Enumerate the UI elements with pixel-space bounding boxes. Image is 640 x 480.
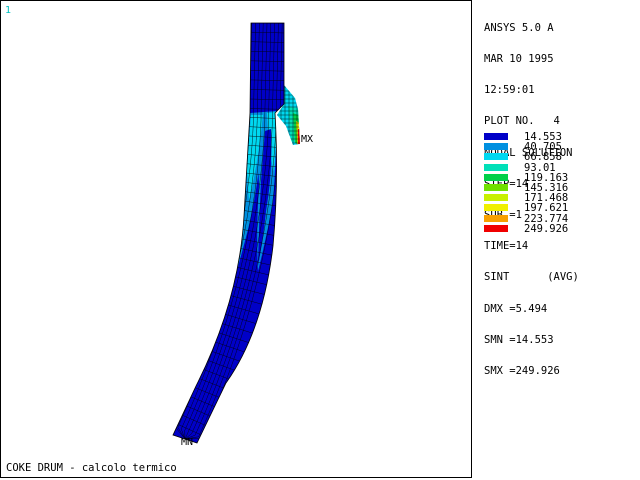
plot-number: PLOT NO. 4 xyxy=(484,115,560,128)
mesh-line xyxy=(228,262,231,270)
mesh-line xyxy=(237,221,239,229)
mesh-line xyxy=(214,324,218,332)
legend-swatch xyxy=(484,183,508,191)
mesh-line xyxy=(185,391,190,399)
mesh-line xyxy=(236,242,239,250)
mesh-line xyxy=(188,384,192,392)
mesh-line xyxy=(234,235,237,243)
plot-time: 12:59:01 xyxy=(484,84,535,97)
mesh-line xyxy=(201,350,205,358)
result-item: SINT (AVG) xyxy=(484,271,579,284)
mesh-line xyxy=(243,180,246,188)
mesh-line xyxy=(194,371,198,379)
fea-contour-plot: MX MN xyxy=(172,22,313,448)
legend-swatch xyxy=(484,133,508,140)
max-marker: MX xyxy=(301,134,313,145)
mesh-line xyxy=(219,296,222,304)
mesh-line xyxy=(183,398,187,406)
legend-swatch xyxy=(484,194,508,202)
mesh-line xyxy=(244,174,246,182)
mesh-line xyxy=(196,364,200,372)
time-value: TIME=14 xyxy=(484,240,529,253)
mesh-line xyxy=(242,187,245,195)
plot-title: COKE DRUM - calcolo termico xyxy=(6,462,177,474)
mesh-line xyxy=(177,412,181,420)
legend-swatch xyxy=(484,214,508,222)
mesh-line xyxy=(276,156,279,164)
mesh-line xyxy=(215,309,219,317)
mesh-line xyxy=(216,317,220,325)
legend-swatch xyxy=(484,173,508,181)
mesh-line xyxy=(208,330,212,338)
mesh-line xyxy=(225,290,228,298)
mesh-line xyxy=(225,275,228,283)
legend-swatch xyxy=(484,224,508,232)
mesh-line xyxy=(207,345,211,353)
mesh-line xyxy=(191,377,195,385)
element-mesh xyxy=(173,23,284,443)
mesh-line xyxy=(211,323,214,331)
mesh-line xyxy=(226,283,230,291)
mesh-line xyxy=(219,311,222,319)
legend-swatch xyxy=(484,153,508,161)
legend-swatch xyxy=(484,143,508,151)
mesh-line xyxy=(235,228,238,236)
min-marker: MN xyxy=(181,437,193,448)
ansys-graphics-screen: MX MN 1 COKE DRUM - calcolo termico ANSY… xyxy=(0,0,640,480)
mesh-line xyxy=(232,263,235,271)
plot-date: MAR 10 1995 xyxy=(484,53,554,66)
mesh-line xyxy=(240,201,243,209)
mesh-line xyxy=(213,316,216,324)
mesh-line xyxy=(230,255,233,263)
stress-zone-top-dark xyxy=(251,23,284,101)
product-version: ANSYS 5.0 A xyxy=(484,21,554,34)
mesh-line xyxy=(205,352,209,360)
mesh-line xyxy=(221,304,224,312)
mesh-line xyxy=(277,149,279,157)
legend-swatch xyxy=(484,204,508,212)
mesh-line xyxy=(228,276,232,284)
mesh-line xyxy=(238,214,241,222)
mesh-line xyxy=(238,235,241,243)
smx-value: SMX =249.926 xyxy=(484,365,560,378)
dmx-value: DMX =5.494 xyxy=(484,302,548,315)
mesh-line xyxy=(233,256,236,264)
window-number: 1 xyxy=(5,5,12,16)
legend-swatch xyxy=(484,163,508,171)
mesh-line xyxy=(230,270,233,278)
mesh-line xyxy=(241,194,244,202)
mesh-line xyxy=(226,269,229,277)
mesh-line xyxy=(239,208,242,215)
smn-value: SMN =14.553 xyxy=(484,333,554,346)
mesh-line xyxy=(233,242,236,249)
graphics-viewport: MX MN 1 COKE DRUM - calcolo termico xyxy=(0,0,472,478)
mesh-line xyxy=(199,357,203,365)
mesh-line xyxy=(212,331,216,339)
mesh-line xyxy=(217,303,221,311)
mesh-line xyxy=(223,297,226,305)
mesh-line xyxy=(223,282,226,290)
mesh-line xyxy=(221,289,224,297)
legend-value: 249.926 xyxy=(524,222,569,235)
mesh-line xyxy=(180,405,184,413)
mesh-line xyxy=(239,229,242,237)
mesh-line xyxy=(210,338,214,346)
mesh-line xyxy=(231,248,234,256)
mesh-line xyxy=(206,337,210,345)
mesh-line xyxy=(202,358,206,366)
mesh-line xyxy=(240,222,243,230)
mesh-line xyxy=(204,343,208,351)
mesh-line xyxy=(235,249,238,257)
mesh-line xyxy=(174,418,178,426)
